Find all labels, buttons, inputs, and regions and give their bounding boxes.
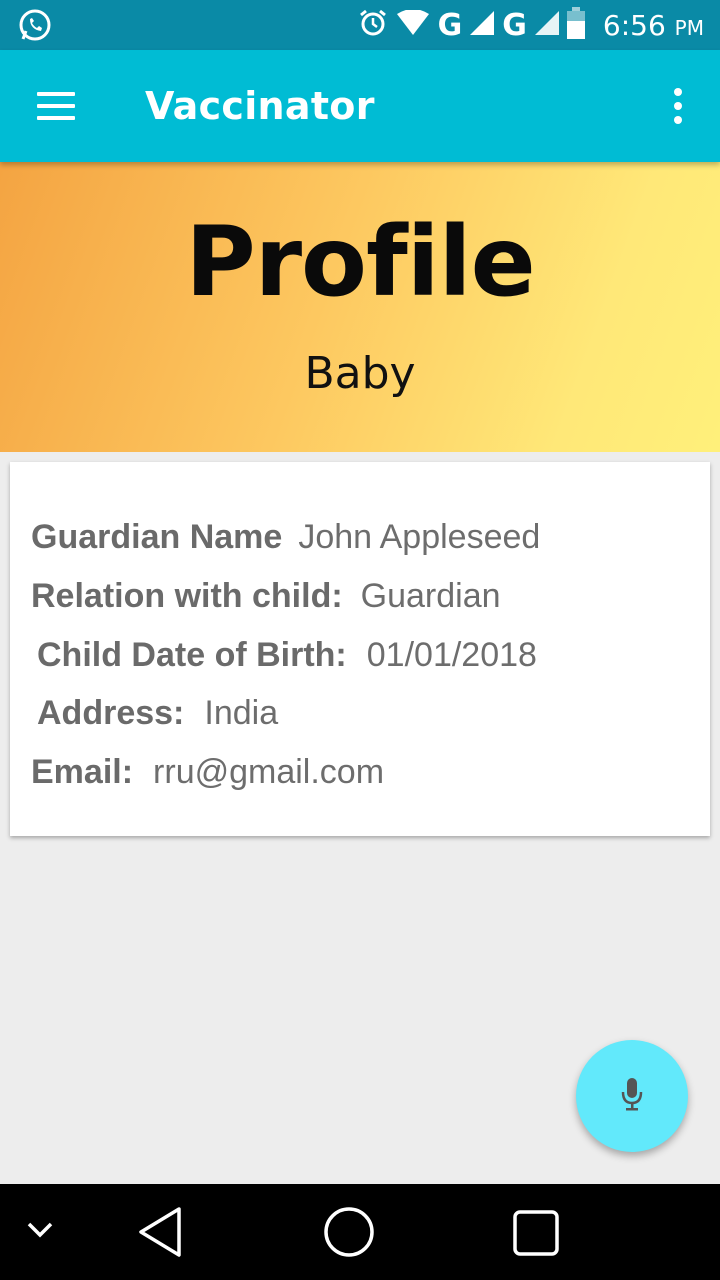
- wifi-icon: [396, 8, 430, 41]
- email-label: Email:: [31, 753, 134, 791]
- status-bar: G G 6:56 PM: [0, 0, 720, 50]
- email-value: rru@gmail.com: [153, 753, 385, 791]
- address-row: Address: India: [37, 694, 278, 733]
- email-row: Email: rru@gmail.com: [31, 753, 384, 792]
- recent-apps-icon[interactable]: [512, 1209, 560, 1262]
- signal-icon: [534, 10, 559, 40]
- chevron-down-icon[interactable]: [26, 1220, 54, 1245]
- voice-input-button[interactable]: [576, 1040, 688, 1152]
- guardian-name-value: John Appleseed: [298, 518, 541, 556]
- child-name: Baby: [304, 348, 416, 399]
- guardian-name-label: Guardian Name: [31, 518, 283, 556]
- back-icon[interactable]: [137, 1206, 183, 1263]
- whatsapp-icon: [18, 8, 52, 47]
- signal-icon: [470, 10, 495, 40]
- dob-label: Child Date of Birth:: [37, 636, 347, 674]
- hamburger-menu-icon[interactable]: [37, 92, 75, 120]
- home-icon[interactable]: [323, 1206, 375, 1263]
- app-bar: Vaccinator: [0, 50, 720, 162]
- guardian-name-row: Guardian Name John Appleseed: [31, 518, 540, 557]
- relation-value: Guardian: [360, 577, 501, 615]
- relation-label: Relation with child:: [31, 577, 343, 615]
- battery-icon: [566, 6, 585, 44]
- address-label: Address:: [37, 694, 185, 732]
- relation-row: Relation with child: Guardian: [31, 577, 501, 616]
- status-time-ampm: PM: [674, 15, 704, 40]
- network-type-2: G: [502, 7, 527, 43]
- profile-details-card: Guardian Name John Appleseed Relation wi…: [10, 462, 710, 836]
- address-value: India: [204, 694, 279, 732]
- profile-header: Profile Baby: [0, 162, 720, 452]
- app-title: Vaccinator: [145, 84, 375, 128]
- page-title: Profile: [185, 206, 535, 318]
- system-navigation-bar: [0, 1184, 720, 1280]
- more-vert-icon[interactable]: [674, 88, 684, 124]
- status-time: 6:56 PM: [603, 9, 704, 42]
- dob-value: 01/01/2018: [366, 636, 537, 674]
- network-type-1: G: [437, 7, 463, 43]
- alarm-icon: [358, 8, 388, 43]
- status-time-value: 6:56: [602, 8, 666, 42]
- dob-row: Child Date of Birth: 01/01/2018: [37, 636, 537, 675]
- microphone-icon: [620, 1076, 644, 1117]
